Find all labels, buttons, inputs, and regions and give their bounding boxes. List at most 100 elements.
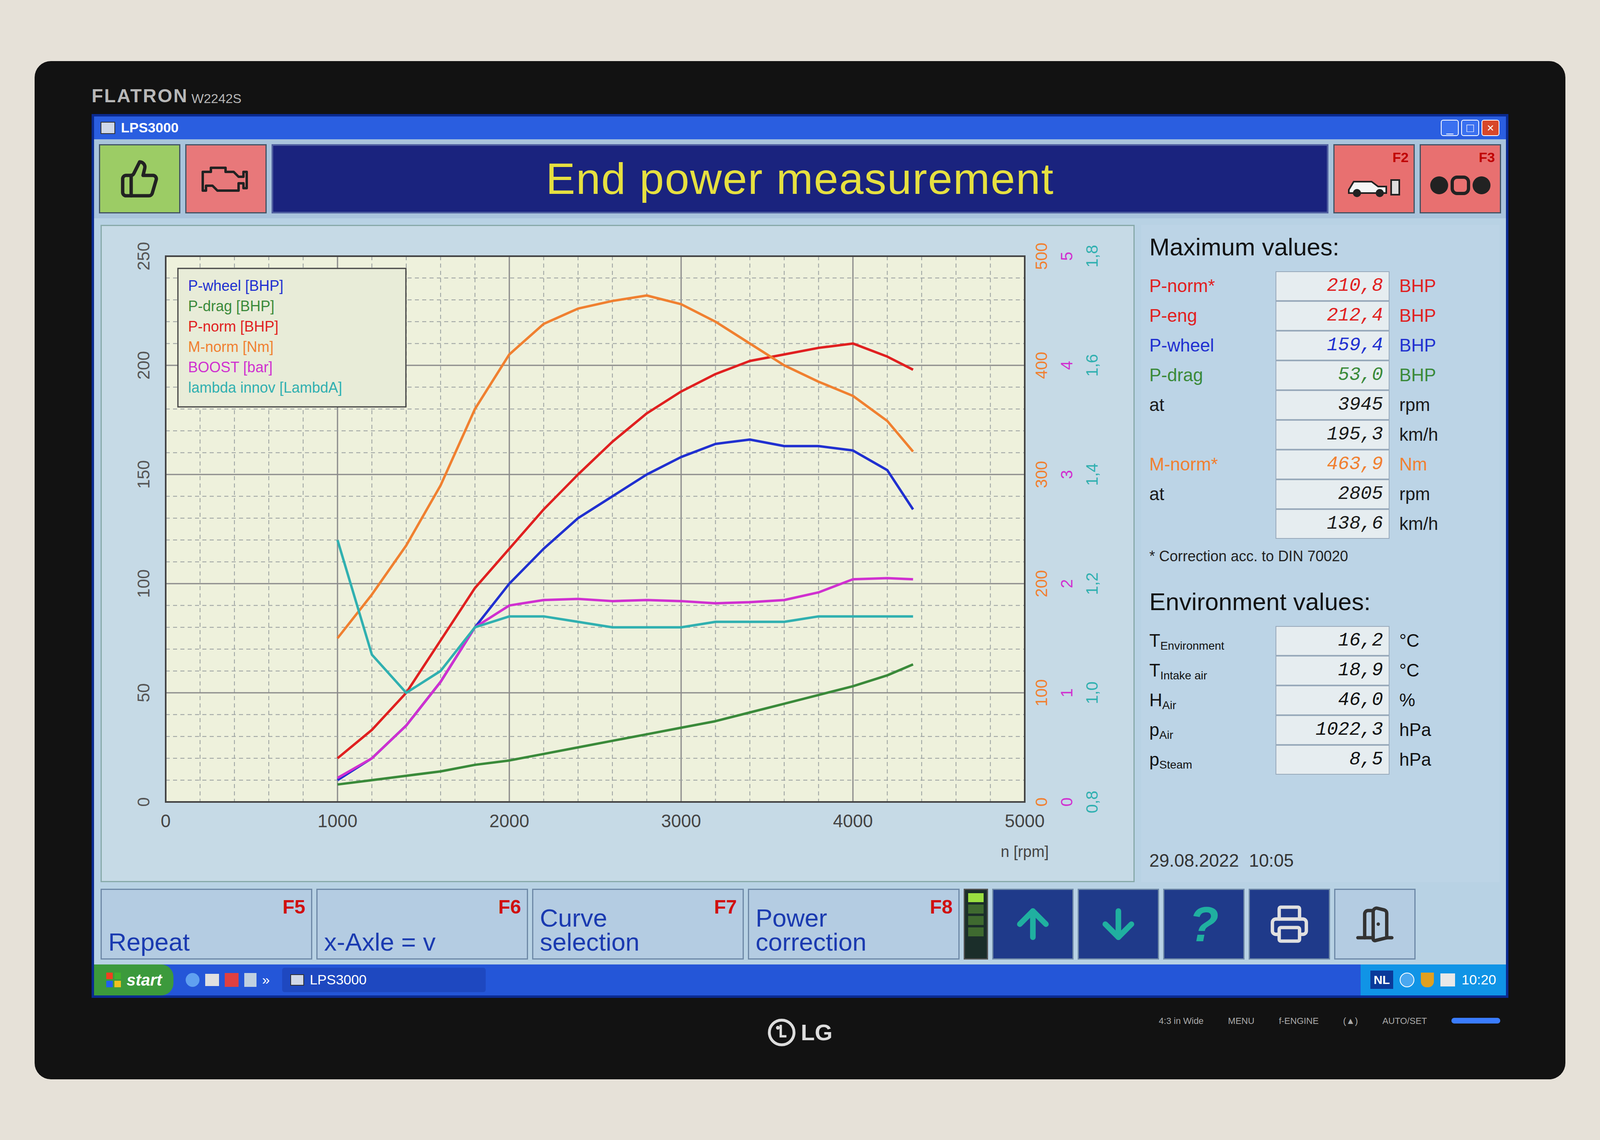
monitor-bottom: LG4:3 in WideMENUf-ENGINE(▲)AUTO/SET bbox=[91, 997, 1509, 1067]
measurement-datetime: 29.08.2022 10:05 bbox=[1149, 846, 1492, 874]
quick-launch: » bbox=[173, 968, 283, 990]
value-box: 46,0 bbox=[1275, 685, 1390, 715]
screen-title: End power measurement bbox=[545, 145, 1055, 212]
legend-box bbox=[177, 268, 406, 407]
language-indicator[interactable]: NL bbox=[1370, 970, 1394, 989]
plot-border bbox=[165, 256, 1025, 802]
function-key-code: F7 bbox=[714, 892, 737, 922]
indicator-led bbox=[968, 904, 984, 914]
window-control[interactable]: _ bbox=[1440, 119, 1459, 136]
tray-arrow-icon[interactable] bbox=[1399, 972, 1415, 987]
header-key-button[interactable]: F3 bbox=[1419, 144, 1502, 214]
window-control[interactable]: × bbox=[1481, 119, 1500, 136]
value-box: 8,5 bbox=[1275, 744, 1390, 775]
value-row: 138,6km/h bbox=[1149, 508, 1492, 539]
grid-line bbox=[783, 256, 785, 802]
environment-label: HAir bbox=[1149, 686, 1276, 714]
more-glyph[interactable]: » bbox=[262, 968, 270, 990]
monitor-button-label[interactable]: 4:3 in Wide bbox=[1158, 1013, 1204, 1028]
ok-button[interactable] bbox=[98, 144, 181, 214]
monitor-button-label[interactable]: MENU bbox=[1227, 1013, 1255, 1028]
grid-line bbox=[165, 604, 1025, 606]
function-key[interactable]: Power correctionF8 bbox=[747, 888, 960, 960]
right-tick-label: 400 bbox=[1032, 351, 1051, 379]
grid-line bbox=[165, 517, 1025, 519]
value-unit: BHP bbox=[1389, 302, 1436, 329]
right-tick-label: 300 bbox=[1032, 460, 1051, 488]
value-label: P-drag bbox=[1149, 361, 1276, 389]
function-key[interactable]: x-Axle = vF6 bbox=[316, 888, 529, 960]
indicator-led bbox=[968, 915, 984, 925]
x-tick-label: 0 bbox=[160, 810, 171, 831]
value-box: 195,3 bbox=[1275, 419, 1390, 450]
window-controls: _□× bbox=[1440, 119, 1500, 136]
function-key-label: Repeat bbox=[108, 929, 255, 954]
start-button[interactable]: start bbox=[94, 964, 174, 996]
environment-label: TIntake air bbox=[1149, 656, 1276, 684]
engine-icon bbox=[199, 160, 253, 198]
right-tick-label: 2 bbox=[1057, 578, 1076, 588]
environment-row: HAir46,0% bbox=[1149, 685, 1492, 715]
monitor-button-label[interactable]: f-ENGINE bbox=[1278, 1013, 1319, 1028]
print-button[interactable] bbox=[1248, 888, 1331, 960]
function-key[interactable]: RepeatF5 bbox=[100, 888, 313, 960]
monitor-button-label[interactable]: AUTO/SET bbox=[1382, 1013, 1427, 1028]
mail-icon[interactable] bbox=[205, 973, 220, 986]
media-icon[interactable] bbox=[244, 972, 257, 987]
arrow-down-icon bbox=[1095, 901, 1141, 947]
value-unit: Nm bbox=[1389, 450, 1427, 478]
value-box: 2805 bbox=[1275, 479, 1390, 509]
right-tick-label: 1,4 bbox=[1082, 462, 1101, 486]
legend: P-wheel [BHP]P-drag [BHP]P-norm [BHP]M-n… bbox=[177, 268, 406, 407]
security-icon bbox=[1420, 972, 1434, 987]
value-box: 16,2 bbox=[1275, 625, 1390, 656]
monitor-button-label[interactable]: (▲) bbox=[1343, 1013, 1358, 1028]
grid-line bbox=[165, 582, 1025, 584]
thumbs-up-icon bbox=[119, 158, 160, 200]
grid-line bbox=[165, 539, 1025, 540]
right-tick-label: 0 bbox=[1032, 796, 1051, 806]
value-box: 210,8 bbox=[1275, 271, 1390, 301]
header-key-button[interactable]: F2 bbox=[1333, 144, 1415, 214]
legend-item: BOOST [bar] bbox=[188, 358, 273, 376]
function-bar: RepeatF5x-Axle = vF6Curve selectionF7Pow… bbox=[94, 888, 1506, 965]
browser-icon[interactable] bbox=[185, 972, 200, 987]
y-tick-label: 250 bbox=[133, 241, 154, 271]
function-key[interactable]: Curve selectionF7 bbox=[532, 888, 744, 960]
down-button[interactable] bbox=[1077, 888, 1160, 960]
rollers-icon bbox=[1427, 170, 1493, 200]
exit-button[interactable] bbox=[1334, 888, 1416, 960]
window-control[interactable]: □ bbox=[1461, 119, 1480, 136]
value-unit: hPa bbox=[1389, 745, 1432, 773]
plot-area bbox=[165, 256, 1025, 802]
series-line bbox=[337, 439, 914, 780]
right-tick-label: 0 bbox=[1057, 796, 1076, 806]
environment-row: pSteam8,5hPa bbox=[1149, 744, 1492, 775]
y-tick-label: 100 bbox=[133, 569, 154, 598]
value-unit: km/h bbox=[1389, 420, 1438, 448]
value-box: 159,4 bbox=[1275, 330, 1390, 361]
maximum-title: Maximum values: bbox=[1149, 228, 1492, 266]
power-led[interactable] bbox=[1451, 1017, 1501, 1024]
taskbar-task[interactable]: LPS3000 bbox=[282, 967, 486, 992]
value-unit: rpm bbox=[1389, 480, 1431, 508]
help-button[interactable]: ? bbox=[1163, 888, 1245, 960]
clock: 10:20 bbox=[1461, 968, 1497, 990]
correction-note: * Correction acc. to DIN 70020 bbox=[1149, 545, 1492, 568]
up-button[interactable] bbox=[992, 888, 1074, 960]
header-bar: End power measurement F2F3 bbox=[94, 139, 1506, 219]
value-row: P-wheel159,4BHP bbox=[1149, 330, 1492, 361]
x-axis-label: n [rpm] bbox=[1000, 842, 1049, 860]
value-unit: % bbox=[1389, 686, 1416, 714]
right-tick-label: 1,8 bbox=[1082, 244, 1101, 268]
value-box: 212,4 bbox=[1275, 300, 1390, 331]
grid-line bbox=[165, 713, 1025, 715]
value-unit: hPa bbox=[1389, 716, 1432, 744]
door-icon bbox=[1354, 903, 1396, 945]
engine-button[interactable] bbox=[185, 144, 267, 214]
document-icon[interactable] bbox=[224, 972, 239, 987]
grid-line bbox=[921, 256, 923, 802]
right-tick-label: 200 bbox=[1032, 569, 1051, 597]
indicator-led bbox=[968, 927, 984, 936]
grid-line bbox=[165, 408, 1025, 410]
